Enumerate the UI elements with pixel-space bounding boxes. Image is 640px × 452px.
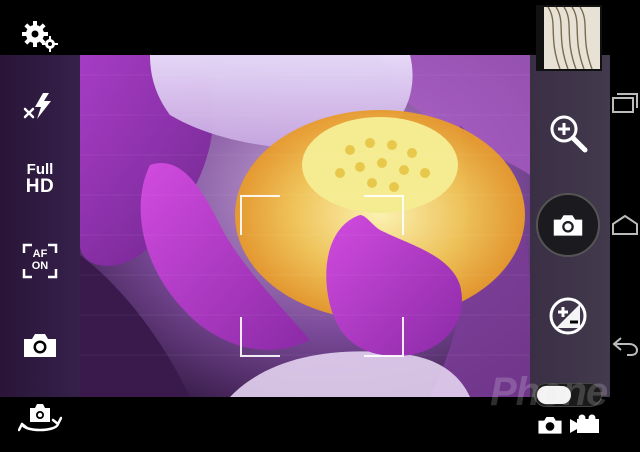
recent-apps-icon <box>612 93 638 113</box>
gear-icon <box>22 21 58 52</box>
switch-camera-icon <box>18 404 62 432</box>
toggle-knob[interactable] <box>537 386 571 404</box>
focus-corner <box>240 317 280 357</box>
resolution-label-line1: Full <box>26 161 54 178</box>
camera-icon <box>24 334 56 357</box>
zoom-in-button[interactable] <box>546 112 590 154</box>
af-label: AF <box>32 248 48 260</box>
video-camera-icon <box>570 414 599 433</box>
camera-screen: Full HD AF ON <box>0 0 640 452</box>
autofocus-button[interactable]: AF ON <box>18 240 62 282</box>
resolution-button[interactable]: Full HD <box>14 158 66 200</box>
shutter-button[interactable] <box>536 193 600 257</box>
on-label: ON <box>31 260 49 272</box>
photo-video-toggle[interactable] <box>534 383 602 407</box>
af-on-icon: AF ON <box>22 243 58 279</box>
focus-corner <box>240 195 280 235</box>
focus-frame <box>240 195 404 357</box>
recent-apps-button[interactable] <box>610 88 640 118</box>
switch-camera-button[interactable] <box>16 400 64 440</box>
flash-button[interactable] <box>18 88 62 124</box>
focus-corner <box>364 195 404 235</box>
capture-mode-button[interactable] <box>18 326 62 364</box>
photo-mode-button[interactable] <box>535 412 565 438</box>
camera-icon <box>553 215 583 236</box>
back-button[interactable] <box>610 330 640 360</box>
focus-corner <box>364 317 404 357</box>
gallery-thumbnail[interactable] <box>536 5 602 71</box>
camera-icon <box>538 417 562 434</box>
settings-button[interactable] <box>18 16 62 56</box>
resolution-label-line2: HD <box>25 176 55 197</box>
back-icon <box>612 337 639 356</box>
exposure-button[interactable] <box>546 295 590 337</box>
home-icon <box>612 214 638 235</box>
exposure-icon <box>549 297 587 335</box>
home-button[interactable] <box>610 210 640 240</box>
flash-off-icon <box>23 93 51 119</box>
thumbnail-image <box>538 7 600 69</box>
video-mode-button[interactable] <box>568 412 602 438</box>
zoom-in-icon <box>550 115 588 153</box>
